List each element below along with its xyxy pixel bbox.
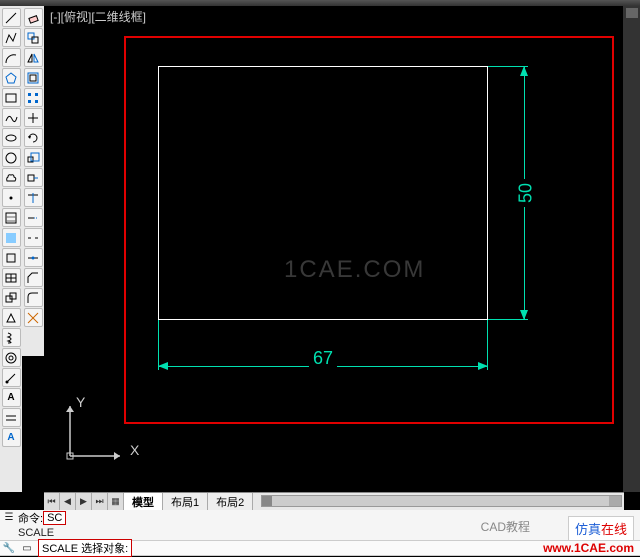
tool-wipeout[interactable] (2, 308, 21, 327)
tool-spline[interactable] (2, 108, 21, 127)
tool-stretch[interactable] (24, 168, 43, 187)
tool-array[interactable] (24, 88, 43, 107)
tool-mtext[interactable]: A (2, 388, 21, 407)
tool-mirror[interactable] (24, 48, 43, 67)
cmd-history-icon[interactable]: ☰ (0, 511, 18, 525)
command-typed-value: SC (43, 511, 66, 525)
brand-cad-tutorial: CAD教程 (481, 518, 530, 535)
brand-url: www.1CAE.com (543, 541, 634, 555)
tool-offset[interactable] (24, 68, 43, 87)
tool-revcloud[interactable] (2, 168, 21, 187)
tool-rect[interactable] (2, 88, 21, 107)
tab-layout2[interactable]: 布局2 (208, 493, 253, 510)
tool-circle[interactable] (2, 148, 21, 167)
tool-boundary[interactable] (2, 288, 21, 307)
scrollbar-thumb[interactable] (626, 8, 638, 18)
drawing-canvas[interactable]: [-][俯视][二维线框] 1CAE.COM 67 50 (44, 6, 624, 492)
watermark: 1CAE.COM (284, 256, 425, 284)
command-input[interactable]: SCALE 选择对象: (38, 539, 132, 557)
tool-ray[interactable] (2, 368, 21, 387)
dimension-vertical-value: 50 (516, 179, 537, 207)
tool-erase[interactable] (24, 8, 43, 27)
view-label[interactable]: [-][俯视][二维线框] (50, 8, 146, 25)
tool-join[interactable] (24, 248, 43, 267)
brand-sim-online: 仿真在线 (568, 516, 634, 541)
dimension-horizontal-value: 67 (309, 348, 337, 369)
tab-nav-prev[interactable]: ◀ (60, 493, 76, 510)
tab-nav-first[interactable]: ⏮ (44, 493, 60, 510)
ucs-x-label: X (130, 442, 139, 458)
tool-move[interactable] (24, 108, 43, 127)
ucs-icon: X Y (60, 396, 140, 476)
tool-ellipse[interactable] (2, 128, 21, 147)
tab-nav-last[interactable]: ⏭ (92, 493, 108, 510)
dimension-vertical[interactable]: 50 (504, 66, 544, 320)
tool-line[interactable] (2, 8, 21, 27)
tool-mline[interactable] (2, 408, 21, 427)
dimension-horizontal[interactable]: 67 (158, 346, 488, 386)
tool-donut[interactable] (2, 348, 21, 367)
tool-pline[interactable] (2, 28, 21, 47)
tool-text[interactable]: A (2, 428, 21, 447)
tool-poly[interactable] (2, 68, 21, 87)
tool-rotate[interactable] (24, 128, 43, 147)
tab-layout1[interactable]: 布局1 (163, 493, 208, 510)
tab-model[interactable]: 模型 (124, 493, 163, 510)
tool-copy[interactable] (24, 28, 43, 47)
tool-point[interactable] (2, 188, 21, 207)
tool-region[interactable] (2, 248, 21, 267)
modify-toolbar (22, 6, 44, 356)
tool-arc[interactable] (2, 48, 21, 67)
tool-table[interactable] (2, 268, 21, 287)
cmd-settings-icon[interactable]: 🔧 (0, 541, 18, 555)
horizontal-scrollbar[interactable] (261, 495, 622, 507)
command-prompt-label: 命令: (18, 510, 43, 526)
tool-explode[interactable] (24, 308, 43, 327)
layout-tabs: ⏮ ◀ ▶ ⏭ ▦ 模型 布局1 布局2 (44, 492, 624, 510)
hscroll-thumb[interactable] (262, 496, 272, 506)
tool-fillet[interactable] (24, 288, 43, 307)
cmd-window-icon[interactable]: ▭ (18, 541, 36, 555)
tool-helix[interactable] (2, 328, 21, 347)
tab-model-icon[interactable]: ▦ (108, 493, 124, 510)
tool-break[interactable] (24, 228, 43, 247)
draw-toolbar: A A (0, 6, 22, 492)
tool-hatch[interactable] (2, 208, 21, 227)
hscroll-right-btn[interactable] (609, 496, 621, 506)
vertical-scrollbar[interactable] (624, 6, 640, 492)
tool-trim[interactable] (24, 188, 43, 207)
tool-scale[interactable] (24, 148, 43, 167)
tool-chamfer[interactable] (24, 268, 43, 287)
tool-extend[interactable] (24, 208, 43, 227)
tool-gradient[interactable] (2, 228, 21, 247)
ucs-y-label: Y (76, 394, 85, 410)
tab-nav-next[interactable]: ▶ (76, 493, 92, 510)
command-resolved: SCALE (18, 527, 54, 539)
